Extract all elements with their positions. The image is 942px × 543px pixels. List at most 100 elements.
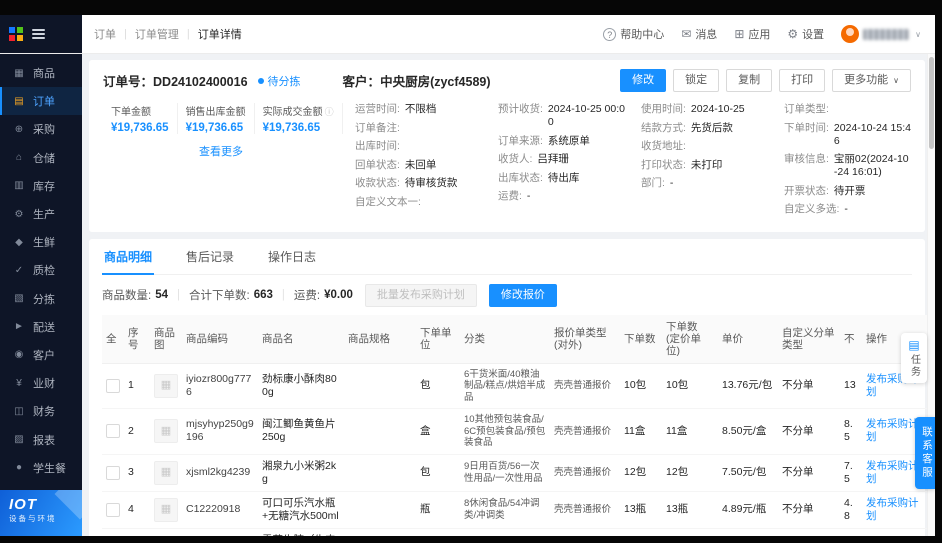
sidebar-item[interactable]: ◆ 生鲜 bbox=[0, 228, 82, 256]
info-row: 结款方式: 先货后款 bbox=[641, 121, 733, 134]
sidebar-item[interactable]: ⚙ 生产 bbox=[0, 200, 82, 228]
quote-type: 壳壳普通报价 bbox=[550, 491, 620, 529]
gear-icon: ⚙ bbox=[787, 27, 799, 41]
breadcrumb-order-detail: 订单详情 bbox=[197, 29, 242, 41]
user-menu[interactable]: ∨ bbox=[841, 25, 921, 43]
product-image-icon[interactable]: ▦ bbox=[154, 460, 178, 485]
sidebar-item[interactable]: ¥ 业财 bbox=[0, 369, 82, 397]
sidebar-item[interactable]: ✓ 质检 bbox=[0, 256, 82, 284]
order-qty-pricing-unit: 13瓶 bbox=[662, 491, 718, 529]
product-image-icon[interactable]: ▦ bbox=[154, 373, 178, 398]
product-image-icon[interactable]: ▦ bbox=[154, 497, 178, 522]
view-more-link[interactable]: 查看更多 bbox=[103, 143, 339, 159]
amount-value: ¥19,736.65 bbox=[262, 122, 321, 134]
order-info-column-1: 运营时间: 不限档 订单备注: 出库时间: 回单状态: 未回单 收款状态: 待审… bbox=[355, 103, 482, 222]
sidebar-item[interactable]: ▧ 分拣 bbox=[0, 285, 82, 313]
product-image-icon[interactable]: ▦ bbox=[154, 419, 178, 444]
info-row: 出库时间: bbox=[355, 140, 400, 152]
row-checkbox[interactable] bbox=[106, 465, 120, 480]
settings-button[interactable]: ⚙ 设置 bbox=[787, 26, 824, 42]
quote-type: 壳壳普通报价 bbox=[550, 408, 620, 455]
order-info-column-2: 预计收货: 2024-10-25 00:00 订单来源: 系统原单 收货人: 吕… bbox=[498, 103, 625, 222]
breadcrumb: 订单 | 订单管理 | 订单详情 bbox=[94, 26, 242, 42]
table-row: 4 ▦ C12220918 可口可乐汽水瓶+无糖汽水500ml 瓶 8休闲食品/… bbox=[102, 491, 928, 529]
sidebar-item[interactable]: ● 学生餐 bbox=[0, 454, 82, 482]
publish-purchase-plan-link[interactable]: 发布采购计划 bbox=[866, 460, 919, 485]
modify-button[interactable]: 修改 bbox=[620, 69, 667, 92]
order-qty-pricing-unit: 14斤 bbox=[662, 528, 718, 536]
info-row: 下单时间: 2024-10-24 15:46 bbox=[784, 121, 911, 147]
split-type: 不分单 bbox=[778, 363, 840, 409]
sidebar-item[interactable]: ◉ 客户 bbox=[0, 341, 82, 369]
category: 8休闲食品/54冲调类/冲调类 bbox=[460, 491, 550, 529]
order-unit: 包 bbox=[416, 454, 460, 492]
row-checkbox[interactable] bbox=[106, 424, 120, 439]
app-logo bbox=[9, 27, 23, 41]
category: 9日用百货/56一次性用品/一次性用品 bbox=[460, 454, 550, 492]
username-redacted bbox=[863, 28, 910, 40]
unit-price: 21.30元/斤 bbox=[718, 528, 778, 536]
product-name: 雪花牛腩（牛肉类）切块（净菜） bbox=[258, 528, 344, 536]
publish-purchase-plan-link[interactable]: 发布采购计划 bbox=[866, 497, 919, 522]
sidebar-item[interactable]: ⌂ 仓储 bbox=[0, 144, 82, 172]
order-unit: 包 bbox=[416, 363, 460, 409]
sidebar-item[interactable]: ⊕ 采购 bbox=[0, 115, 82, 143]
price-no-tax: 4.8 bbox=[840, 491, 862, 529]
info-row: 出库状态: 待出库 bbox=[498, 171, 580, 184]
iot-brand-logo: IOT 设备与环境 bbox=[0, 490, 82, 536]
sidebar-item-label: 仓储 bbox=[33, 152, 55, 165]
sidebar-item[interactable]: ► 配送 bbox=[0, 313, 82, 341]
menu-toggle-icon[interactable] bbox=[32, 29, 45, 39]
breadcrumb-orders[interactable]: 订单 bbox=[94, 26, 116, 42]
batch-publish-purchase-plan-button[interactable]: 批量发布采购计划 bbox=[364, 283, 477, 307]
customer-name: 客户：中央厨房(zycf4589) bbox=[342, 75, 491, 89]
sidebar-item[interactable]: ◫ 财务 bbox=[0, 397, 82, 425]
category: 6干货米面/40粮油制品/糕点/烘焙半成品 bbox=[460, 363, 550, 409]
messages-button[interactable]: ✉ 消息 bbox=[681, 26, 717, 42]
sidebar-item-icon: ● bbox=[15, 462, 23, 474]
order-qty-pricing-unit: 10包 bbox=[662, 363, 718, 409]
product-name: 可口可乐汽水瓶+无糖汽水500ml bbox=[258, 491, 344, 529]
tasks-icon: ▤ bbox=[908, 338, 920, 352]
lock-button[interactable]: 锁定 bbox=[673, 69, 720, 92]
chevron-down-icon: ∨ bbox=[893, 76, 899, 85]
modify-quote-button[interactable]: 修改报价 bbox=[488, 283, 557, 307]
breadcrumb-order-management[interactable]: 订单管理 bbox=[135, 26, 179, 42]
help-center-button[interactable]: ? 帮助中心 bbox=[603, 26, 664, 42]
sidebar-item[interactable]: ▨ 报表 bbox=[0, 425, 82, 453]
column-header: 商品规格 bbox=[344, 314, 416, 364]
sidebar-item-label: 配送 bbox=[33, 321, 55, 334]
row-checkbox[interactable] bbox=[106, 378, 120, 393]
sidebar-item-label: 学生餐 bbox=[33, 462, 66, 475]
column-header: 商品图 bbox=[150, 314, 182, 364]
sidebar-item[interactable]: ▦ 商品 bbox=[0, 59, 82, 87]
print-button[interactable]: 打印 bbox=[779, 69, 826, 92]
category: 10其他预包装食品/6C预包装食品/预包装食品 bbox=[460, 408, 550, 455]
tasks-float-button[interactable]: ▤ 任务 bbox=[901, 333, 927, 383]
row-checkbox[interactable] bbox=[106, 502, 120, 517]
info-row: 回单状态: 未回单 bbox=[355, 158, 437, 171]
row-index: 3 bbox=[124, 454, 150, 492]
apps-button[interactable]: ⊞ 应用 bbox=[734, 26, 770, 42]
contact-support-tab[interactable]: 联系客服 bbox=[915, 417, 935, 489]
app-window: 订单 | 订单管理 | 订单详情 ? 帮助中心 ✉ 消息 ⊞ 应用 ⚙ 设置 ∨… bbox=[0, 15, 935, 536]
tab[interactable]: 售后记录 bbox=[184, 239, 236, 275]
sidebar-item[interactable]: ▥ 库存 bbox=[0, 172, 82, 200]
sidebar-item-icon: ✓ bbox=[14, 264, 24, 276]
more-actions-button[interactable]: 更多功能 ∨ bbox=[832, 69, 911, 92]
sidebar-item-icon: ▥ bbox=[14, 180, 24, 192]
copy-button[interactable]: 复制 bbox=[726, 69, 773, 92]
tab[interactable]: 操作日志 bbox=[266, 239, 318, 275]
sidebar-item[interactable]: ▤ 订单 bbox=[0, 87, 82, 116]
product-spec bbox=[344, 408, 416, 455]
product-spec bbox=[344, 454, 416, 492]
scrollbar-thumb[interactable] bbox=[929, 57, 934, 149]
price-no-tax: 8.5 bbox=[840, 408, 862, 455]
order-status-badge: 待分拣 bbox=[257, 73, 301, 89]
sidebar-item-icon: ► bbox=[14, 321, 24, 333]
amount-item: 实际成交金额 ⓘ ¥19,736.65 bbox=[255, 103, 343, 134]
order-unit: 瓶 bbox=[416, 491, 460, 529]
column-header: 全 bbox=[102, 314, 124, 364]
tab[interactable]: 商品明细 bbox=[102, 239, 155, 275]
publish-purchase-plan-link[interactable]: 发布采购计划 bbox=[866, 418, 919, 443]
